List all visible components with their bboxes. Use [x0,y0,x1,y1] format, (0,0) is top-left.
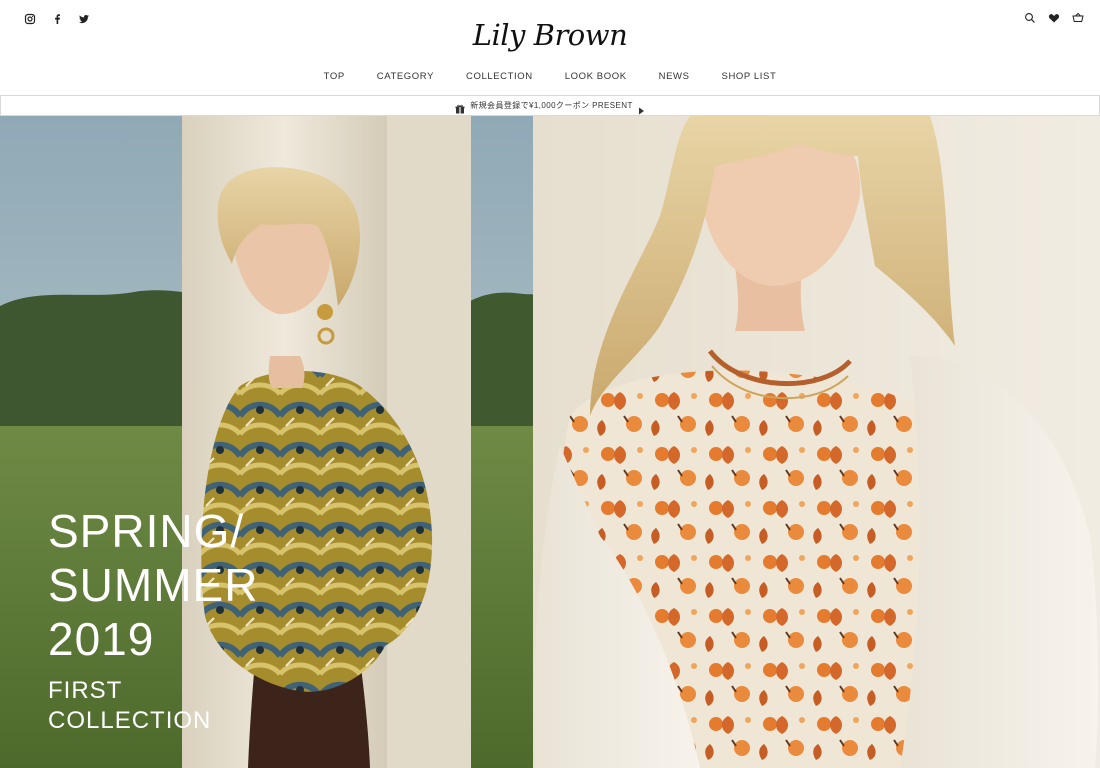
nav-item-category[interactable]: CATEGORY [377,71,434,82]
banner-text: 新規会員登録で¥1,000クーポン PRESENT [470,101,633,110]
cart-icon[interactable] [1072,11,1084,23]
hero-title-line3: 2019 [48,613,155,665]
hero-title-line2: SUMMER [48,559,259,611]
hero-visual[interactable]: SPRING/ SUMMER 2019 FIRST COLLECTION [0,116,1100,768]
nav-item-collection[interactable]: COLLECTION [466,71,533,82]
heart-icon[interactable] [1048,11,1060,23]
gift-icon [455,101,465,114]
nav-item-look-book[interactable]: LOOK BOOK [565,71,627,82]
search-icon[interactable] [1024,11,1036,23]
arrow-right-icon [638,102,645,114]
site-header: Lily Brown TOP CATEGORY COLLECTION LOOK … [0,0,1100,96]
hero-headline: SPRING/ SUMMER 2019 FIRST COLLECTION [48,504,258,736]
main-nav: TOP CATEGORY COLLECTION LOOK BOOK NEWS S… [0,71,1100,82]
nav-item-news[interactable]: NEWS [659,71,690,82]
utility-icons [1024,11,1084,23]
coupon-banner[interactable]: 新規会員登録で¥1,000クーポン PRESENT [0,95,1100,116]
hero-title-line1: SPRING/ [48,505,245,557]
nav-item-top[interactable]: TOP [324,71,345,82]
brand-logo[interactable]: Lily Brown [0,18,1100,52]
hero-subtitle-line2: COLLECTION [48,707,212,734]
hero-subtitle-line1: FIRST [48,677,123,704]
nav-item-shop-list[interactable]: SHOP LIST [722,71,777,82]
